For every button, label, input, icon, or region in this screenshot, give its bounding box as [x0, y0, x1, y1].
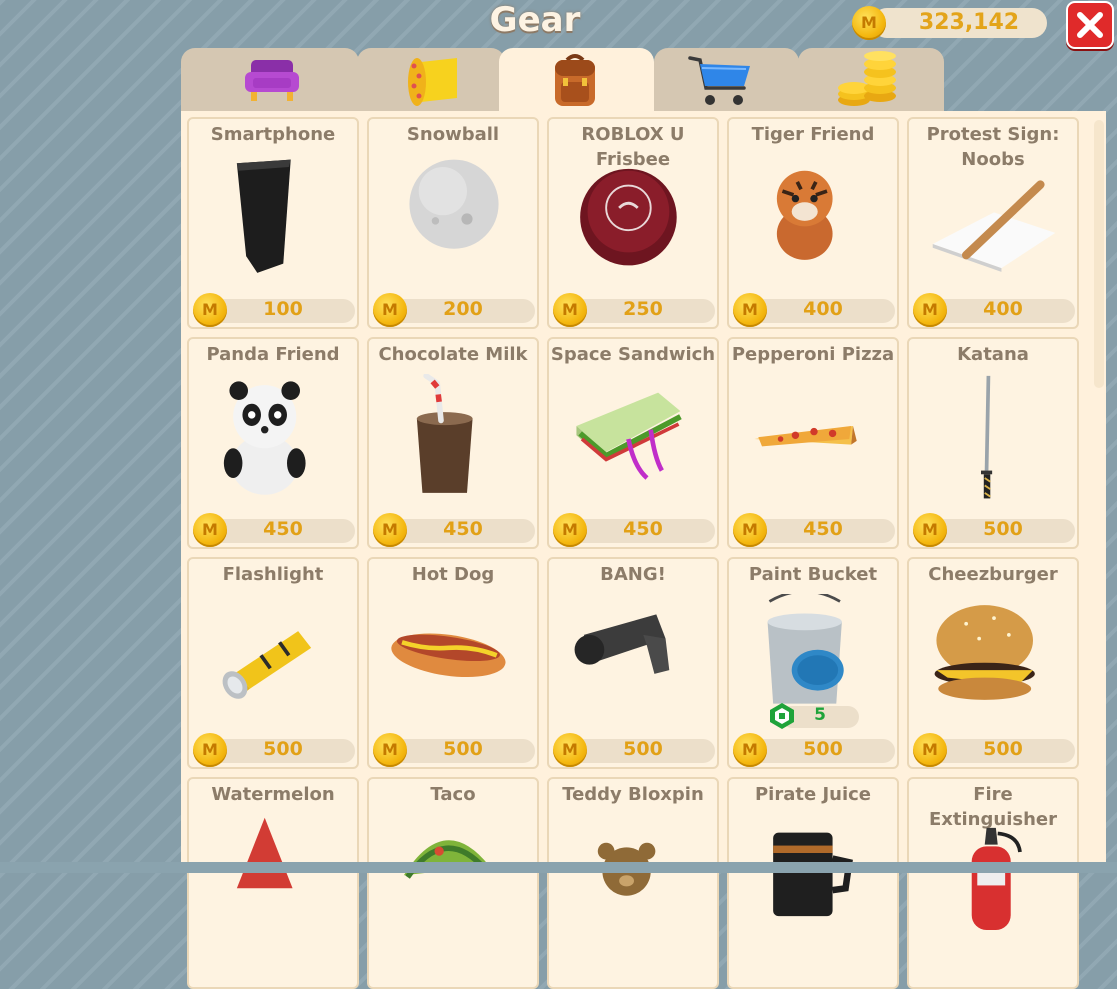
item-name: Fire Extinguisher: [929, 784, 1057, 830]
tab-wallpaper[interactable]: [357, 48, 505, 112]
item-price: 400: [983, 298, 1023, 320]
panda-plush-icon: [223, 381, 306, 495]
item-price: 250: [623, 298, 663, 320]
tiger-plush-icon: [776, 170, 833, 260]
coin-icon: M: [852, 6, 886, 40]
item-price: 500: [983, 738, 1023, 760]
item-price: 500: [623, 738, 663, 760]
currency-amount: 323,142: [918, 10, 1020, 35]
item-card[interactable]: Pirate Juice: [727, 777, 899, 989]
page-title: Gear: [489, 0, 581, 40]
tab-coins[interactable]: [798, 48, 944, 112]
chocolate-milk-icon: [416, 374, 473, 493]
shopping-cart-icon: [688, 56, 750, 105]
item-card[interactable]: Teddy Bloxpin: [547, 777, 719, 989]
coin-stack-icon: [838, 51, 896, 106]
snowball-icon: [409, 159, 499, 249]
close-icon: [1077, 12, 1103, 38]
item-name: Panda Friend: [206, 344, 340, 365]
sofa-icon: [245, 60, 299, 101]
item-price: 450: [803, 518, 843, 540]
item-price: 500: [263, 738, 303, 760]
item-price: 500: [983, 518, 1023, 540]
tab-shop[interactable]: [654, 48, 799, 112]
item-card[interactable]: Fire Extinguisher: [907, 777, 1079, 989]
flashlight-icon: [222, 631, 312, 699]
item-price: 450: [263, 518, 303, 540]
katana-icon: [981, 375, 993, 499]
item-card[interactable]: Panda Friend M 450: [187, 337, 359, 549]
wallpaper-roll-icon: [408, 58, 457, 106]
item-name: Taco: [430, 784, 476, 805]
item-card[interactable]: Katana M 500: [907, 337, 1079, 549]
teddy-bear-icon: [597, 842, 656, 896]
backpack-icon: [555, 54, 595, 106]
item-name: Tiger Friend: [751, 124, 875, 145]
item-card[interactable]: Pepperoni Pizza M 450: [727, 337, 899, 549]
item-card[interactable]: Flashlight M 500: [187, 557, 359, 769]
item-card[interactable]: Snowball M 200: [367, 117, 539, 329]
item-name: Teddy Bloxpin: [562, 784, 704, 805]
tab-furniture[interactable]: [181, 48, 359, 112]
item-card[interactable]: Watermelon: [187, 777, 359, 989]
pizza-slice-icon: [754, 426, 857, 447]
item-name: Protest Sign: Noobs: [926, 124, 1060, 170]
item-name: Smartphone: [210, 124, 336, 145]
item-name: Chocolate Milk: [378, 344, 528, 365]
item-name: Katana: [957, 344, 1029, 365]
protest-sign-icon: [932, 180, 1056, 272]
item-name: Pepperoni Pizza: [731, 344, 895, 365]
item-name: Snowball: [406, 124, 500, 145]
hot-dog-icon: [391, 633, 506, 678]
item-name: Hot Dog: [411, 564, 495, 585]
item-name: Paint Bucket: [748, 564, 878, 585]
item-price: 450: [443, 518, 483, 540]
item-card[interactable]: Space Sandwich M 450: [547, 337, 719, 549]
item-card[interactable]: Chocolate Milk M 450: [367, 337, 539, 549]
burger-icon: [934, 605, 1035, 700]
item-card[interactable]: Cheezburger M 500: [907, 557, 1079, 769]
item-card[interactable]: BANG! M 500: [547, 557, 719, 769]
watermelon-icon: [236, 817, 293, 889]
smartphone-icon: [236, 159, 291, 273]
item-card[interactable]: ROBLOX U Frisbee M 250: [547, 117, 719, 329]
item-price: 400: [803, 298, 843, 320]
pistol-icon: [574, 614, 670, 674]
item-price: 200: [443, 298, 483, 320]
item-card[interactable]: Tiger Friend M 400: [727, 117, 899, 329]
item-name: Cheezburger: [928, 564, 1058, 585]
taco-icon: [403, 840, 490, 879]
item-name: BANG!: [600, 564, 666, 585]
scrollbar[interactable]: [1094, 120, 1104, 388]
frisbee-icon: [580, 168, 677, 266]
item-card[interactable]: Taco: [367, 777, 539, 989]
item-name: Flashlight: [222, 564, 324, 585]
item-price: 500: [443, 738, 483, 760]
close-button[interactable]: [1066, 1, 1114, 49]
item-price: 100: [263, 298, 303, 320]
currency-display: M 323,142: [852, 6, 1047, 40]
robux-price-value: 5: [814, 705, 826, 725]
fire-extinguisher-icon: [971, 827, 1022, 930]
item-card[interactable]: Protest Sign: Noobs M 400: [907, 117, 1079, 329]
item-card[interactable]: Smartphone M 100: [187, 117, 359, 329]
item-name: Watermelon: [211, 784, 335, 805]
panel-bottom-edge: [0, 862, 1117, 873]
robux-price: 5: [767, 703, 859, 729]
mug-icon: [773, 832, 853, 917]
item-price: 500: [803, 738, 843, 760]
tab-gear[interactable]: [499, 48, 654, 114]
sandwich-icon: [576, 392, 682, 480]
item-card[interactable]: Hot Dog M 500: [367, 557, 539, 769]
item-price: 450: [623, 518, 663, 540]
item-name: Space Sandwich: [550, 344, 716, 365]
item-name: Pirate Juice: [754, 784, 872, 805]
item-card[interactable]: Paint Bucket 5 M 500: [727, 557, 899, 769]
